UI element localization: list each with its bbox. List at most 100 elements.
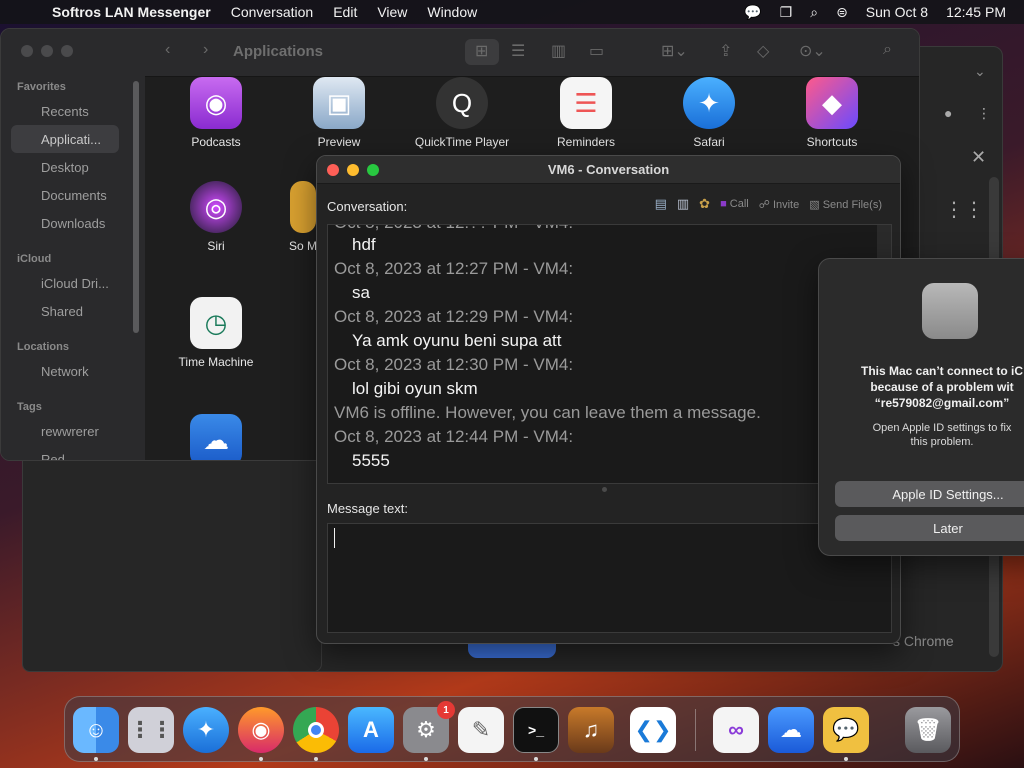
list-view-icon[interactable]: ☰ — [511, 41, 525, 61]
text-caret — [334, 528, 335, 548]
menu-edit[interactable]: Edit — [333, 4, 357, 20]
app-podcasts[interactable]: ◉ Podcasts — [166, 77, 266, 149]
forward-icon[interactable]: › — [203, 41, 208, 59]
sidebar-item-tag-red[interactable]: Red — [41, 452, 65, 460]
action-icon[interactable]: ⊙⌄ — [799, 41, 826, 61]
dock-garageband[interactable]: ♫ — [568, 707, 614, 753]
back-icon[interactable]: ‹ — [165, 41, 170, 59]
sidebar-item-downloads[interactable]: Downloads — [41, 216, 105, 231]
dock-chrome[interactable] — [293, 707, 339, 753]
app-partial-icon — [290, 181, 316, 233]
apple-id-settings-button[interactable]: Apple ID Settings... — [835, 481, 1024, 507]
history-icon[interactable]: ▤ — [655, 196, 667, 212]
app-partial[interactable]: So M — [289, 181, 317, 253]
app-reminders[interactable]: ☰ Reminders — [536, 77, 636, 149]
sidebar-item-shared[interactable]: Shared — [41, 304, 83, 319]
message-meta: Oct 8, 2023 at 12:30 PM - VM4: — [334, 355, 574, 374]
sidebar-scrollbar[interactable] — [133, 81, 139, 333]
dock-softros-messenger[interactable]: 💬 — [823, 707, 869, 753]
app-siri[interactable]: ◎ Siri — [166, 181, 266, 253]
visual-studio-icon: ∞ — [728, 717, 744, 742]
screen-mirror-icon[interactable]: ❐ — [780, 4, 793, 21]
call-button[interactable]: ■ Call — [720, 198, 749, 210]
control-center-icon[interactable]: ⊜ — [836, 4, 848, 21]
dock-system-settings[interactable]: ⚙ 1 — [403, 701, 455, 753]
app-label: Siri — [207, 239, 225, 253]
dock-app-store[interactable]: A — [348, 707, 394, 753]
menu-conversation[interactable]: Conversation — [231, 4, 314, 20]
message-meta: Oct 8, 2023 at 12:29 PM - VM4: — [334, 307, 574, 326]
sidebar-item-network[interactable]: Network — [41, 364, 89, 379]
dock-launchpad[interactable]: ⋮⋮ — [128, 707, 174, 753]
gallery-view-icon[interactable]: ▭ — [589, 41, 604, 61]
later-button[interactable]: Later — [835, 515, 1024, 541]
app-preview[interactable]: ▣ Preview — [289, 77, 389, 149]
vscode-icon: ❮❯ — [634, 717, 672, 742]
running-indicator — [424, 757, 428, 761]
log-icon[interactable]: ▥ — [677, 196, 689, 212]
minimize-button[interactable] — [41, 45, 53, 57]
conversation-titlebar[interactable]: VM6 - Conversation — [317, 156, 900, 184]
sidebar-item-applications[interactable]: Applicati... — [41, 132, 101, 147]
spotlight-search-icon[interactable]: ⌕ — [810, 4, 818, 21]
menu-window[interactable]: Window — [427, 4, 477, 20]
dock-weather[interactable]: ☁ — [768, 707, 814, 753]
chrome-icon — [308, 722, 324, 738]
close-button[interactable] — [21, 45, 33, 57]
launchpad-icon: ⋮⋮ — [129, 717, 173, 742]
app-time-machine[interactable]: ◷ Time Machine — [166, 297, 266, 369]
dock-finder[interactable]: ☺ — [73, 707, 119, 753]
profile-icon[interactable]: ● — [944, 105, 952, 121]
share-icon[interactable]: ⇪ — [719, 41, 732, 61]
app-safari[interactable]: ✦ Safari — [659, 77, 759, 149]
grid-view-icon[interactable]: ⊞ — [475, 41, 488, 61]
running-indicator — [844, 757, 848, 761]
zoom-button[interactable] — [61, 45, 73, 57]
sidebar-item-recents[interactable]: Recents — [41, 104, 89, 119]
dock-trash[interactable]: 🗑 — [905, 707, 951, 753]
column-view-icon[interactable]: ▥ — [551, 41, 566, 61]
running-indicator — [259, 757, 263, 761]
dock-firefox[interactable]: ◉ — [238, 707, 284, 753]
apps-grid-icon[interactable]: ⋮⋮ — [944, 197, 984, 222]
search-icon[interactable]: ⌕ — [883, 41, 892, 59]
send-files-button[interactable]: ▧ Send File(s) — [809, 198, 882, 211]
chevron-down-icon[interactable]: ⌄ — [974, 63, 986, 80]
apple-id-alert[interactable]: This Mac can’t connect to iC because of … — [818, 258, 1024, 556]
more-icon[interactable]: ⋮ — [977, 105, 991, 122]
group-icon[interactable]: ⊞⌄ — [661, 41, 688, 61]
sidebar-item-desktop[interactable]: Desktop — [41, 160, 89, 175]
message-text: 5555 — [352, 451, 390, 470]
conversation-history[interactable]: Oct 8, 2023 at 12:?? PM - VM4: hdf Oct 8… — [327, 224, 892, 484]
notification-badge: 1 — [437, 701, 455, 719]
dock-textedit[interactable]: ✎ — [458, 707, 504, 753]
menu-date[interactable]: Sun Oct 8 — [866, 4, 928, 20]
message-input[interactable] — [327, 523, 892, 633]
settings-gear-icon[interactable]: ✿ — [699, 196, 710, 212]
dock-terminal[interactable]: >_ — [513, 707, 559, 753]
app-menu[interactable]: Softros LAN Messenger — [52, 4, 211, 20]
sidebar-item-documents[interactable]: Documents — [41, 188, 107, 203]
app-store-icon: A — [363, 717, 379, 742]
dock-visual-studio[interactable]: ∞ — [713, 707, 759, 753]
app-weather[interactable]: ☁ — [166, 414, 266, 460]
sidebar-item-icloud-drive[interactable]: iCloud Dri... — [41, 276, 109, 291]
dock-vscode[interactable]: ❮❯ — [630, 707, 676, 753]
app-label: Time Machine — [178, 355, 254, 369]
app-quicktime[interactable]: Q QuickTime Player — [412, 77, 512, 149]
finder-sidebar: Favorites Recents Applicati... Desktop D… — [1, 29, 145, 460]
tag-icon[interactable]: ◇ — [757, 41, 769, 61]
invite-button[interactable]: ☍ Invite — [759, 198, 800, 211]
app-shortcuts[interactable]: ◆ Shortcuts — [782, 77, 882, 149]
menu-time[interactable]: 12:45 PM — [946, 4, 1006, 20]
splitter-handle[interactable] — [602, 487, 607, 492]
close-icon[interactable]: ✕ — [971, 147, 986, 168]
messenger-icon: 💬 — [832, 717, 860, 742]
menu-view[interactable]: View — [377, 4, 407, 20]
background-small-window[interactable] — [22, 440, 322, 672]
conversation-window[interactable]: VM6 - Conversation Conversation: ▤ ▥ ✿ ■… — [316, 155, 901, 644]
dock-safari[interactable]: ✦ — [183, 707, 229, 753]
app-label: Podcasts — [191, 135, 241, 149]
sidebar-item-tag-rewwrerer[interactable]: rewwrerer — [41, 424, 99, 439]
messenger-status-icon[interactable]: 💬 — [744, 4, 761, 21]
